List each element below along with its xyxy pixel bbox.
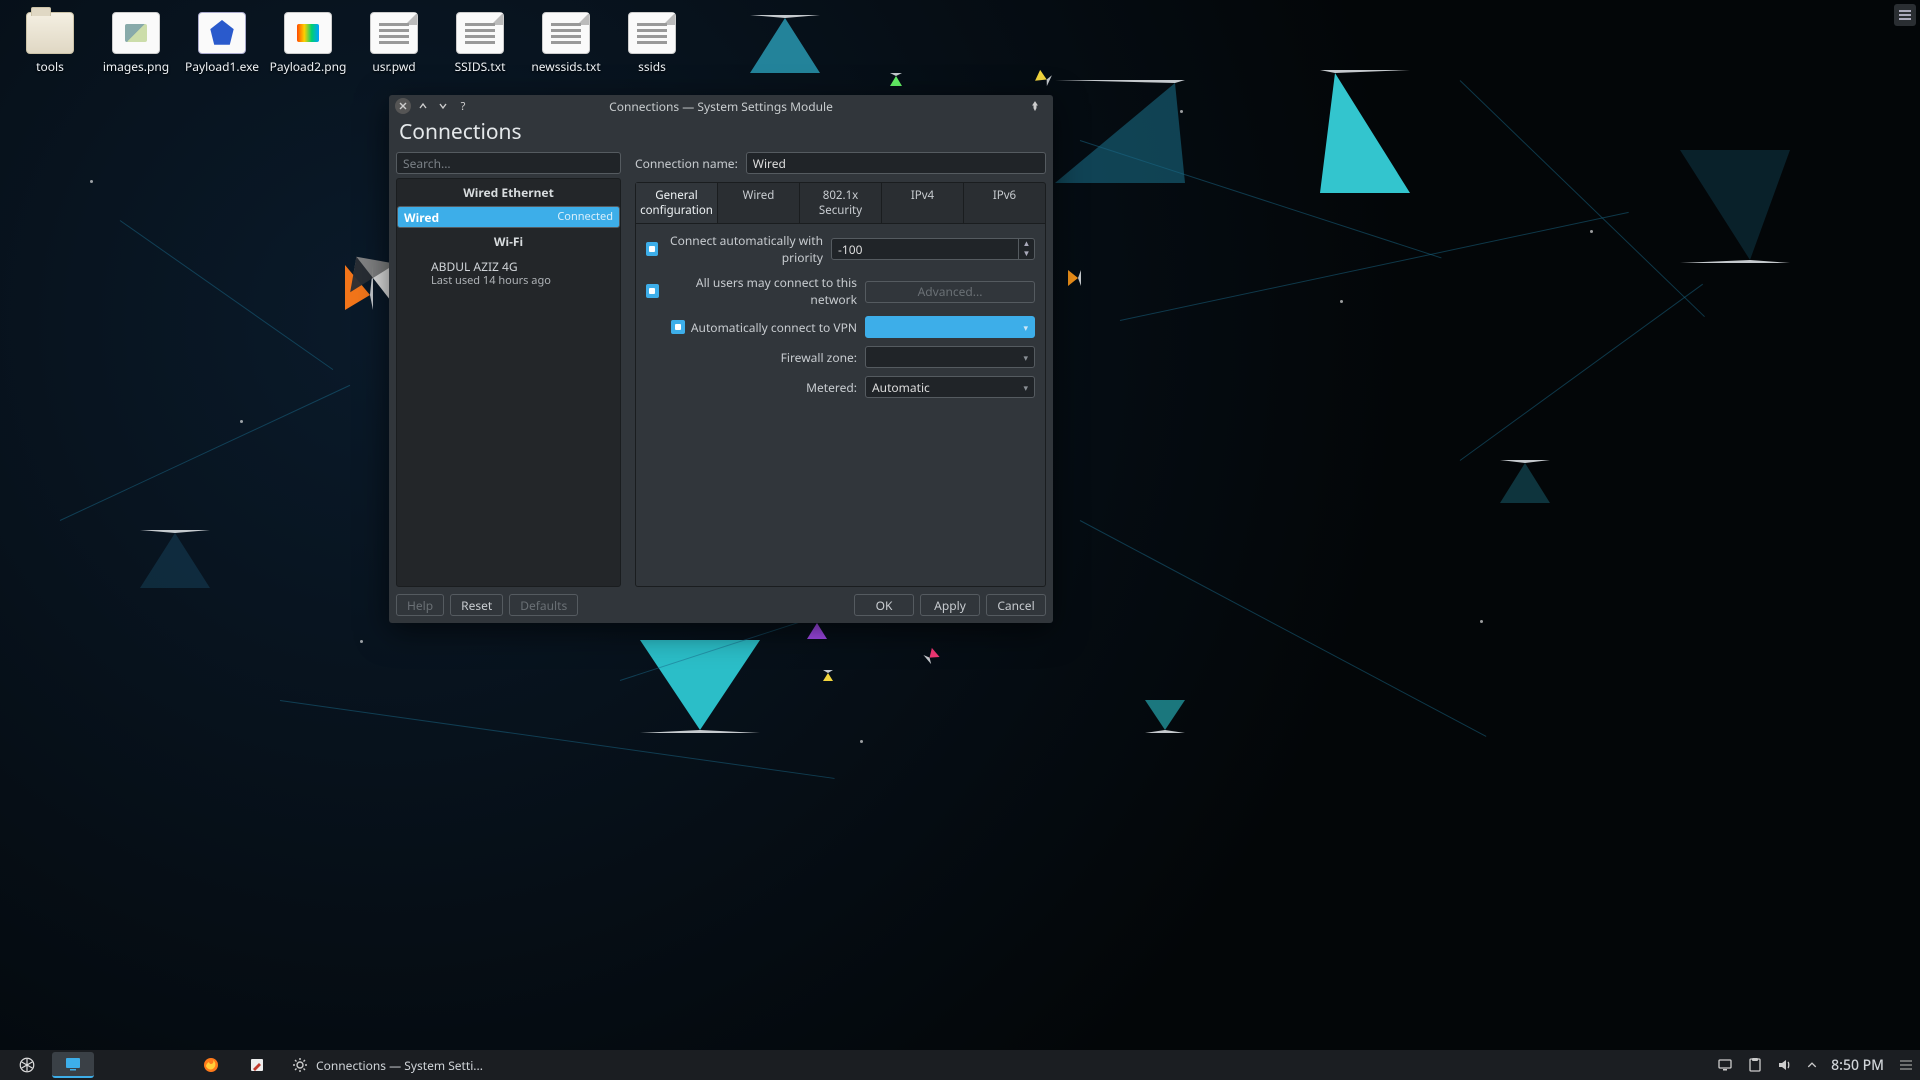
- advanced-button[interactable]: Advanced...: [865, 281, 1035, 303]
- dialog-footer: Help Reset Defaults OK Apply Cancel: [389, 587, 1053, 623]
- desktop-icon: [65, 1056, 81, 1072]
- folder-icon: [26, 12, 74, 54]
- metered-value: Automatic: [872, 379, 930, 396]
- connection-name-label: Connection name:: [635, 155, 738, 172]
- nav-up-button[interactable]: [415, 98, 431, 114]
- pinned-text-editor[interactable]: [236, 1052, 278, 1078]
- image-icon: [112, 12, 160, 54]
- page-title: Connections: [389, 117, 1053, 152]
- icon-label: Payload2.png: [270, 58, 347, 75]
- connection-status: Connected: [557, 210, 613, 224]
- desktop-icon-ssids2[interactable]: ssids: [612, 8, 692, 86]
- show-desktop-button[interactable]: [52, 1052, 94, 1078]
- window-titlebar[interactable]: ? Connections — System Settings Module: [389, 95, 1053, 117]
- icon-label: SSIDS.txt: [455, 58, 506, 75]
- desktop-icons: tools images.png Payload1.exe Payload2.p…: [10, 8, 692, 86]
- group-wifi: Wi-Fi: [397, 228, 620, 255]
- config-tabs: General configuration Wired 802.1x Secur…: [635, 182, 1046, 224]
- checkbox-all-users[interactable]: [646, 284, 659, 298]
- text-file-icon: [542, 12, 590, 54]
- label-auto-connect: Connect automatically with priority: [664, 232, 823, 266]
- text-file-icon: [370, 12, 418, 54]
- vpn-select[interactable]: ▾: [865, 316, 1035, 338]
- taskbar-task-connections[interactable]: Connections — System Setti...: [282, 1052, 493, 1078]
- desktop-icon-newssids[interactable]: newssids.txt: [526, 8, 606, 86]
- nav-down-button[interactable]: [435, 98, 451, 114]
- desktop-icon-ssids[interactable]: SSIDS.txt: [440, 8, 520, 86]
- general-config-panel: Connect automatically with priority ▲▼: [635, 224, 1046, 587]
- icon-label: images.png: [103, 58, 169, 75]
- text-file-icon: [628, 12, 676, 54]
- exe-icon: [198, 12, 246, 54]
- window-title: Connections — System Settings Module: [389, 98, 1053, 115]
- desktop-icon-tools[interactable]: tools: [10, 8, 90, 86]
- group-wired-ethernet: Wired Ethernet: [397, 179, 620, 206]
- window-pin-button[interactable]: [1027, 98, 1043, 114]
- priority-value[interactable]: [832, 241, 1018, 258]
- icon-label: tools: [36, 58, 64, 75]
- spin-down[interactable]: ▼: [1019, 249, 1034, 259]
- app-launcher[interactable]: [6, 1052, 48, 1078]
- desktop-icon-images[interactable]: images.png: [96, 8, 176, 86]
- tab-8021x[interactable]: 802.1x Security: [800, 183, 882, 223]
- help-button[interactable]: Help: [396, 594, 444, 616]
- settings-window: ? Connections — System Settings Module C…: [389, 95, 1053, 623]
- task-title: Connections — System Setti...: [316, 1057, 483, 1074]
- icon-label: Payload1.exe: [185, 58, 259, 75]
- help-button[interactable]: ?: [455, 98, 471, 114]
- reset-button[interactable]: Reset: [450, 594, 503, 616]
- ok-button[interactable]: OK: [854, 594, 914, 616]
- image-icon: [284, 12, 332, 54]
- text-editor-icon: [249, 1057, 265, 1073]
- connection-name-field[interactable]: [746, 152, 1046, 174]
- desktop-icon-payload1[interactable]: Payload1.exe: [182, 8, 262, 86]
- label-firewall-zone: Firewall zone:: [781, 349, 857, 366]
- icon-label: ssids: [638, 58, 666, 75]
- checkbox-auto-vpn[interactable]: [671, 320, 685, 334]
- metered-select[interactable]: Automatic▾: [865, 376, 1035, 398]
- text-file-icon: [456, 12, 504, 54]
- tab-ipv4[interactable]: IPv4: [882, 183, 964, 223]
- settings-icon: [292, 1057, 308, 1073]
- label-auto-vpn: Automatically connect to VPN: [691, 319, 857, 336]
- connection-editor: Connection name: General configuration W…: [635, 152, 1046, 587]
- connection-list: Wired Ethernet Wired Connected Wi-Fi ABD…: [396, 178, 621, 587]
- connection-item-wired[interactable]: Wired Connected: [397, 206, 620, 228]
- firewall-zone-select[interactable]: ▾: [865, 346, 1035, 368]
- desktop-icon-payload2[interactable]: Payload2.png: [268, 8, 348, 86]
- defaults-button[interactable]: Defaults: [509, 594, 578, 616]
- tab-general[interactable]: General configuration: [636, 183, 718, 223]
- connection-name: ABDUL AZIZ 4G: [431, 259, 612, 274]
- icon-label: usr.pwd: [372, 58, 415, 75]
- pinned-firefox[interactable]: [190, 1052, 232, 1078]
- virtual-desktop-3[interactable]: [144, 1052, 186, 1078]
- label-all-users: All users may connect to this network: [665, 274, 857, 308]
- firefox-icon: [203, 1057, 219, 1073]
- virtual-desktop-2[interactable]: [98, 1052, 140, 1078]
- window-close-button[interactable]: [395, 98, 411, 114]
- tray-expand-icon[interactable]: [1807, 1060, 1817, 1070]
- clipboard-tray-icon[interactable]: [1747, 1057, 1763, 1073]
- apply-button[interactable]: Apply: [920, 594, 980, 616]
- icon-label: newssids.txt: [531, 58, 600, 75]
- taskbar-clock[interactable]: 8:50 PM: [1831, 1056, 1884, 1075]
- checkbox-auto-connect[interactable]: [646, 242, 658, 256]
- tab-wired[interactable]: Wired: [718, 183, 800, 223]
- network-tray-icon[interactable]: [1717, 1057, 1733, 1073]
- volume-tray-icon[interactable]: [1777, 1057, 1793, 1073]
- desktop-icon-usrpwd[interactable]: usr.pwd: [354, 8, 434, 86]
- label-metered: Metered:: [806, 379, 857, 396]
- connection-name: Wired: [404, 210, 439, 225]
- connections-sidebar: Wired Ethernet Wired Connected Wi-Fi ABD…: [396, 152, 621, 587]
- tab-ipv6[interactable]: IPv6: [964, 183, 1045, 223]
- cancel-button[interactable]: Cancel: [986, 594, 1046, 616]
- priority-spinbox[interactable]: ▲▼: [831, 238, 1035, 260]
- show-hidden-panel-icon[interactable]: [1898, 1057, 1914, 1073]
- search-input[interactable]: [396, 152, 621, 174]
- connection-item-wifi[interactable]: ABDUL AZIZ 4G Last used 14 hours ago: [397, 255, 620, 292]
- connection-status: Last used 14 hours ago: [431, 274, 612, 288]
- kde-logo-icon: [18, 1056, 36, 1074]
- taskbar: Connections — System Setti... 8:50 PM: [0, 1050, 1920, 1080]
- panel-menu-button[interactable]: [1894, 4, 1916, 26]
